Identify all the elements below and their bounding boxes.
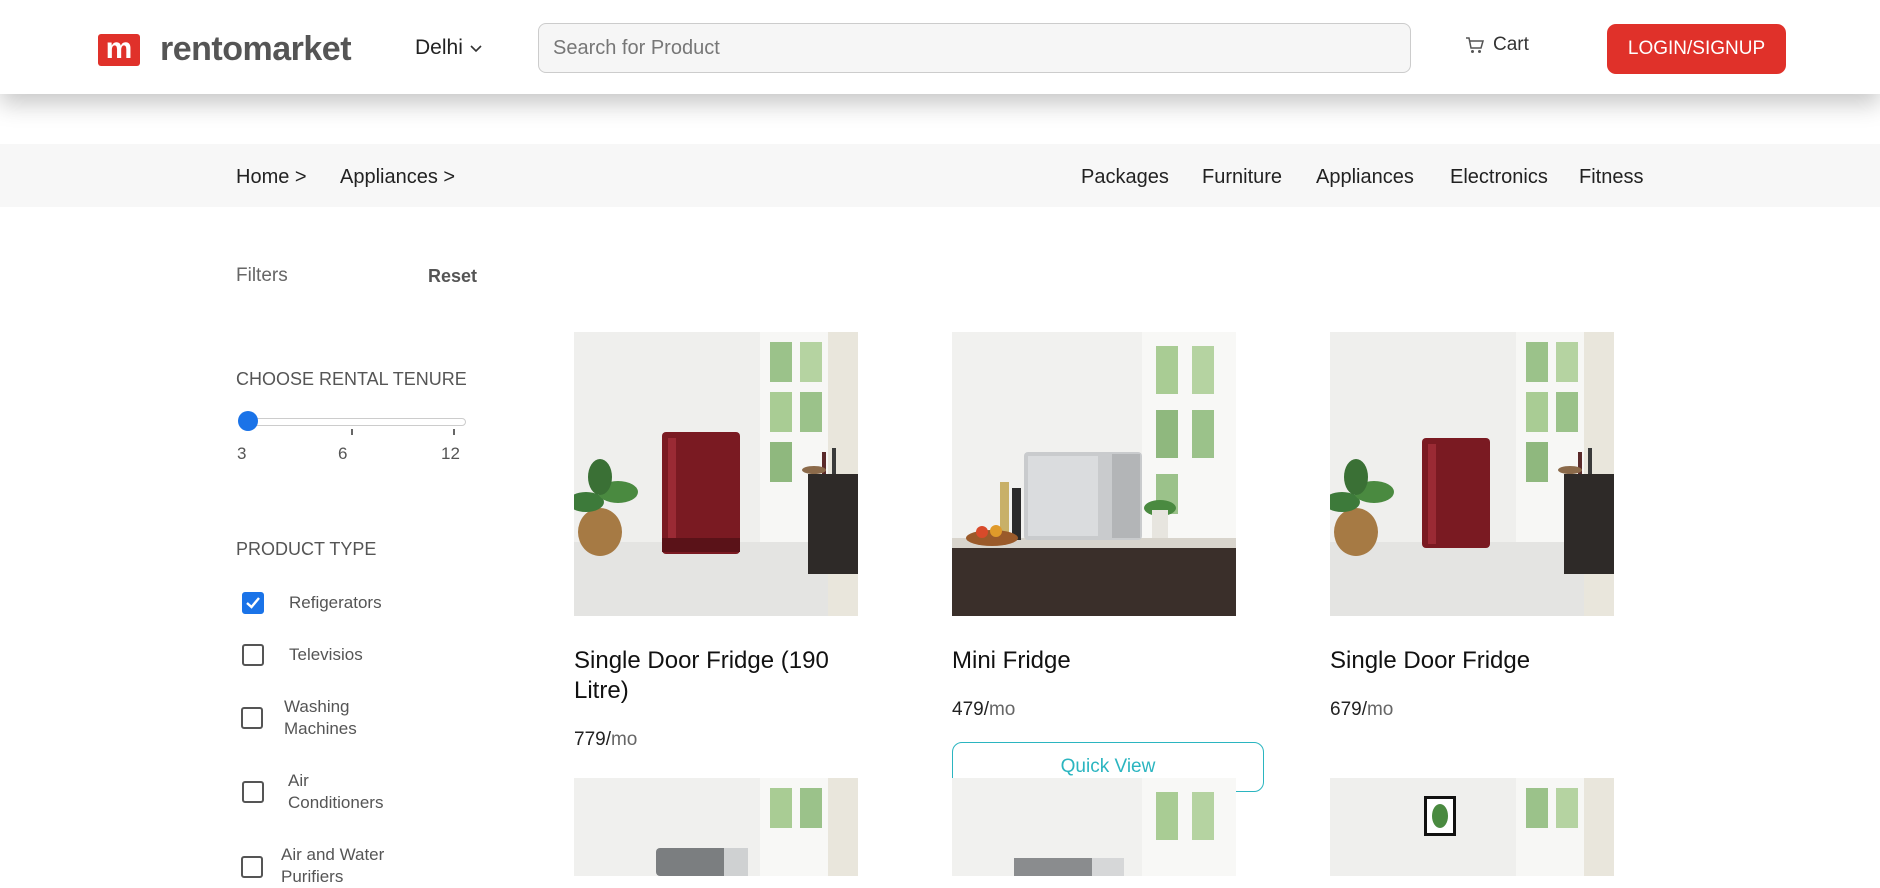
product-image[interactable] xyxy=(1330,332,1614,616)
product-image[interactable] xyxy=(574,778,858,876)
product-type-title: PRODUCT TYPE xyxy=(236,539,377,559)
product-image[interactable] xyxy=(1330,778,1614,876)
logo[interactable]: m rentomarket xyxy=(98,30,352,69)
nav-appliances[interactable]: Appliances xyxy=(1316,166,1414,189)
cart-link[interactable]: Cart xyxy=(1465,34,1529,56)
price-amount: 779/ xyxy=(574,729,611,750)
breadcrumb-appliances[interactable]: Appliances > xyxy=(340,166,455,189)
nav-electronics[interactable]: Electronics xyxy=(1450,166,1548,189)
tenure-tick-label: 12 xyxy=(441,444,460,463)
tenure-slider-track[interactable] xyxy=(246,418,466,426)
price-amount: 479/ xyxy=(952,699,989,720)
reset-button[interactable]: Reset xyxy=(428,266,477,287)
tenure-tick xyxy=(351,429,353,435)
logo-mark: m xyxy=(98,33,140,66)
checkmark-icon xyxy=(246,597,260,609)
fridge-image xyxy=(952,778,1236,876)
label-televisions: Televisios xyxy=(289,645,363,664)
product-price: 479/mo xyxy=(952,699,1015,721)
product-title[interactable]: Single Door Fridge xyxy=(1330,646,1620,676)
filters-label: Filters xyxy=(236,265,288,286)
mini-fridge-image xyxy=(952,332,1236,616)
nav-furniture[interactable]: Furniture xyxy=(1202,166,1282,189)
login-signup-button[interactable]: LOGIN/SIGNUP xyxy=(1607,24,1786,74)
checkbox-televisions[interactable] xyxy=(242,644,264,666)
red-fridge-image xyxy=(574,332,858,616)
red-fridge-image xyxy=(1330,332,1614,616)
tenure-tick xyxy=(453,429,455,435)
header: m rentomarket Delhi Cart LOGIN/SIGNUP xyxy=(0,0,1880,94)
product-price: 679/mo xyxy=(1330,699,1393,721)
label-washing-machines: Washing Machines xyxy=(284,697,357,738)
checkbox-washing-machines[interactable] xyxy=(241,707,263,729)
nav-packages[interactable]: Packages xyxy=(1081,166,1169,189)
label-air-conditioners: Air Conditioners xyxy=(288,771,384,812)
logo-text: rentomarket xyxy=(160,30,352,68)
price-period: mo xyxy=(610,729,638,750)
chevron-down-icon xyxy=(470,45,482,53)
rental-tenure-title: CHOOSE RENTAL TENURE xyxy=(236,369,467,389)
price-amount: 679/ xyxy=(1330,699,1367,720)
sub-navigation: Home > Appliances > Packages Furniture A… xyxy=(0,144,1880,207)
product-title[interactable]: Single Door Fridge (190 Litre) xyxy=(574,646,864,706)
price-period: mo xyxy=(1366,699,1394,720)
fridge-image xyxy=(574,778,858,876)
nav-fitness[interactable]: Fitness xyxy=(1579,166,1643,189)
product-image[interactable] xyxy=(952,778,1236,876)
product-image[interactable] xyxy=(952,332,1236,616)
city-selector[interactable]: Delhi xyxy=(415,36,483,60)
product-price: 779/mo xyxy=(574,729,637,751)
tenure-tick-label: 6 xyxy=(338,444,348,463)
cart-icon xyxy=(1466,37,1484,53)
price-period: mo xyxy=(988,699,1016,720)
breadcrumb-home[interactable]: Home > xyxy=(236,166,307,189)
fridge-image xyxy=(1330,778,1614,876)
label-refrigerators: Refigerators xyxy=(289,593,382,612)
product-image[interactable] xyxy=(574,332,858,616)
search-input[interactable] xyxy=(538,23,1411,73)
tenure-slider-thumb[interactable] xyxy=(238,411,258,431)
checkbox-air-conditioners[interactable] xyxy=(242,781,264,803)
checkbox-refrigerators[interactable] xyxy=(242,592,264,614)
cart-label: Cart xyxy=(1493,34,1529,55)
city-label: Delhi xyxy=(415,36,463,59)
checkbox-purifiers[interactable] xyxy=(241,856,263,878)
label-purifiers: Air and Water Purifiers xyxy=(281,845,385,886)
tenure-tick-label: 3 xyxy=(237,444,247,463)
product-title[interactable]: Mini Fridge xyxy=(952,646,1242,676)
